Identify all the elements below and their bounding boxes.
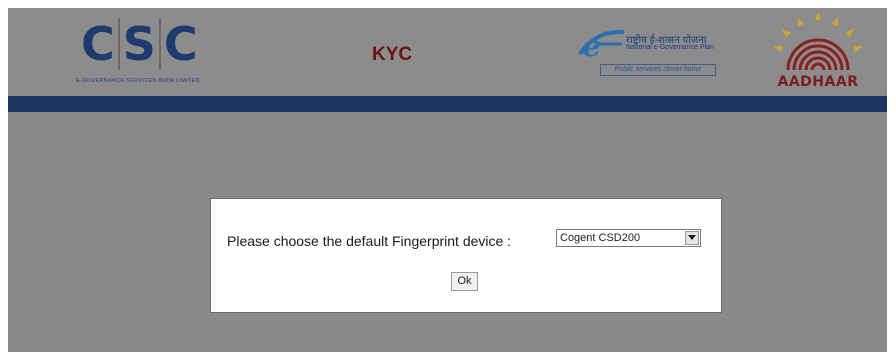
egov-swoosh-icon: e (578, 29, 625, 64)
fingerprint-device-dialog: Please choose the default Fingerprint de… (210, 198, 722, 313)
csc-logo-letters: C S C (78, 18, 201, 70)
csc-letter-c1: C (81, 17, 115, 71)
page-overlay: C S C E-Governance Services India Limite… (8, 8, 887, 352)
page-title: KYC (372, 44, 413, 65)
egov-e-icon: e (576, 26, 628, 64)
header-divider-bar (8, 96, 887, 112)
device-prompt-label: Please choose the default Fingerprint de… (227, 233, 512, 249)
header: C S C E-Governance Services India Limite… (8, 8, 887, 94)
csc-letter-c2: C (163, 17, 198, 71)
csc-logo: C S C E-Governance Services India Limite… (48, 18, 228, 88)
aadhaar-logo: AADHAAR (762, 12, 874, 92)
ok-button[interactable]: Ok (451, 272, 478, 291)
aadhaar-wordmark: AADHAAR (777, 74, 859, 90)
device-select-value: Cogent CSD200 (560, 232, 641, 244)
egov-logo: e राष्ट्रीय ई-शासन योजना National e-Gove… (576, 22, 746, 82)
egov-english-text: National e-Governance Plan (626, 44, 714, 51)
aadhaar-fingerprint-icon (773, 12, 863, 71)
dropdown-arrow-button[interactable] (685, 231, 699, 245)
egov-tagline: Public services closer home (600, 64, 716, 76)
chevron-down-icon (688, 235, 696, 240)
csc-subtitle: E-Governance Services India Limited (76, 78, 200, 84)
fingerprint-device-select[interactable]: Cogent CSD200 (556, 229, 701, 247)
csc-letter-s: S (117, 18, 161, 70)
